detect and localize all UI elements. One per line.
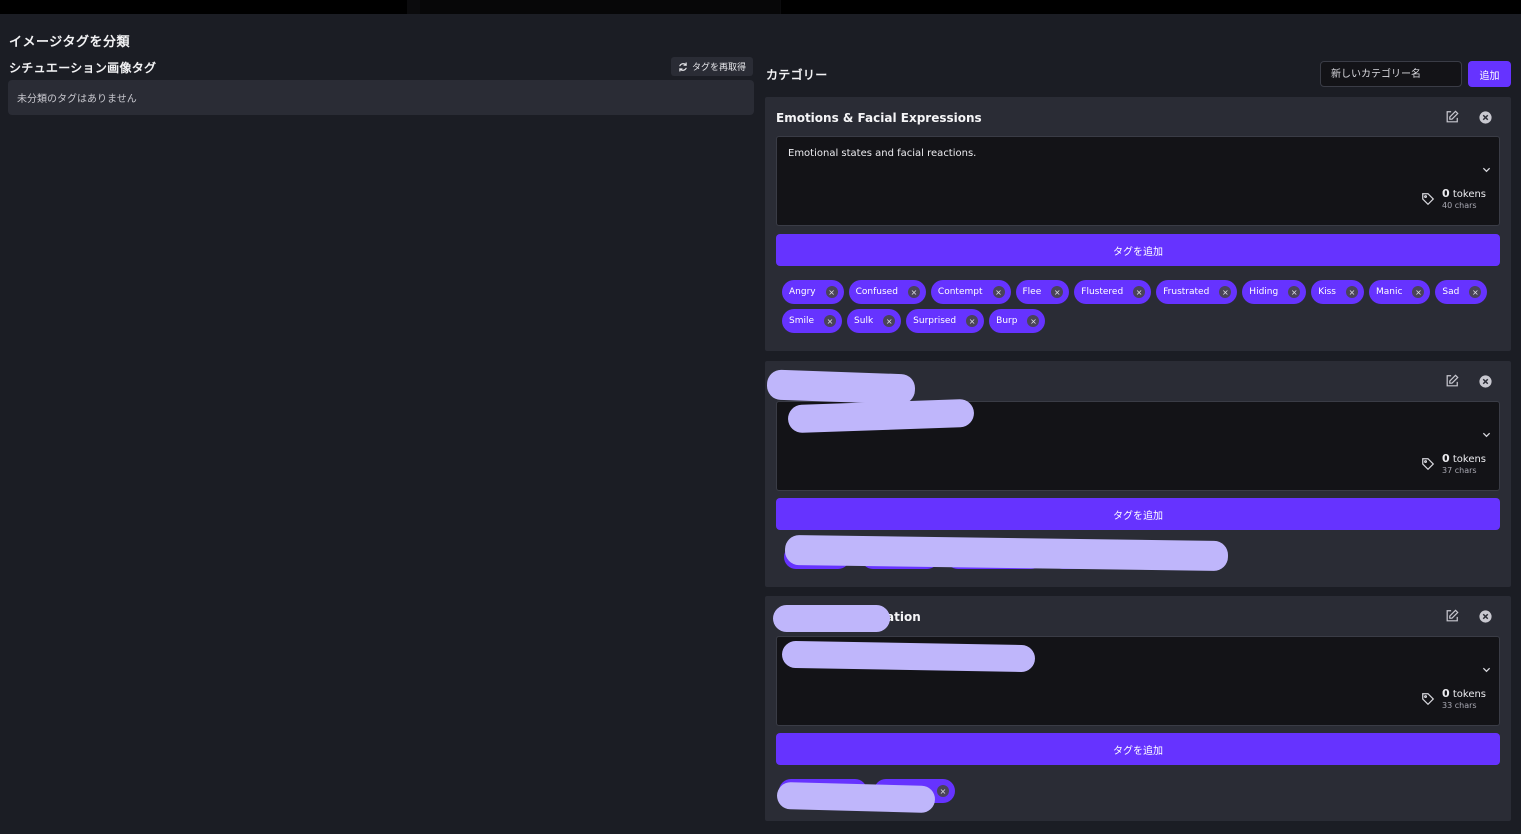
top-strip <box>0 0 1521 14</box>
add-tag-button[interactable]: タグを追加 <box>776 733 1500 765</box>
remove-tag-icon[interactable]: × <box>966 315 979 327</box>
tag-label: Burp <box>996 316 1018 326</box>
add-tag-button[interactable]: タグを追加 <box>776 234 1500 266</box>
tag-label: Hiding <box>1249 287 1279 297</box>
remove-tag-icon[interactable]: × <box>1051 286 1064 298</box>
edit-icon[interactable] <box>1445 374 1459 388</box>
tag-label: Confused <box>855 287 898 297</box>
remove-tag-icon[interactable]: × <box>1133 286 1146 298</box>
tag-list: Angry × Confused × Contempt × Flee × Flustered × F… <box>782 280 1497 333</box>
redaction-mark <box>776 781 936 814</box>
redaction-mark <box>784 534 1229 572</box>
categories-title: カテゴリー <box>766 68 828 82</box>
chevron-down-icon[interactable] <box>1482 430 1491 439</box>
tag-chip: Manic × <box>1368 280 1431 304</box>
edit-icon[interactable] <box>1445 110 1459 124</box>
char-count: 37 chars <box>1442 466 1477 475</box>
remove-tag-icon[interactable]: × <box>1288 286 1301 298</box>
token-count: 0 tokens <box>1442 687 1487 700</box>
close-circle-icon[interactable] <box>1479 610 1492 623</box>
tag-chip: Flustered × <box>1074 280 1152 304</box>
tag-icon <box>1422 193 1435 206</box>
tag-label: Flee <box>1022 287 1042 297</box>
tag-label: Manic <box>1375 287 1403 297</box>
refetch-tags-label: タグを再取得 <box>691 63 746 73</box>
remove-tag-icon[interactable]: × <box>1219 286 1232 298</box>
tag-label: Surprised <box>913 316 957 326</box>
tag-chip: Contempt × <box>930 280 1011 304</box>
chevron-down-icon[interactable] <box>1482 165 1491 174</box>
tag-chip: Sulk × <box>847 309 902 333</box>
tag-chip: Surprised × <box>906 309 985 333</box>
close-circle-icon[interactable] <box>1479 111 1492 124</box>
char-count: 33 chars <box>1442 701 1477 710</box>
remove-tag-icon[interactable]: × <box>937 785 949 797</box>
tag-label: Flustered <box>1081 287 1124 297</box>
remove-tag-icon[interactable]: × <box>824 315 837 327</box>
char-count: 40 chars <box>1442 201 1477 210</box>
redaction-mark <box>781 640 1036 673</box>
redaction-mark <box>766 369 916 405</box>
uncategorized-tags-box: 未分類のタグはありません <box>8 80 754 115</box>
refetch-tags-button[interactable]: タグを再取得 <box>671 57 753 76</box>
tag-label: Sulk <box>854 316 874 326</box>
token-count: 0 tokens <box>1442 452 1487 465</box>
chevron-down-icon[interactable] <box>1482 665 1491 674</box>
tag-chip: Smile × <box>782 309 843 333</box>
remove-tag-icon[interactable]: × <box>1469 286 1482 298</box>
token-count: 0 tokens <box>1442 187 1487 200</box>
tag-chip: Angry × <box>782 280 844 304</box>
tag-chip: Sad × <box>1435 280 1488 304</box>
category-card: Emotions & Facial Expressions Emotional … <box>765 97 1511 351</box>
tag-label: Frustrated <box>1163 287 1210 297</box>
description-text: Emotional states and facial reactions. <box>788 148 977 159</box>
tag-label: Sad <box>1442 287 1460 297</box>
tag-label: Angry <box>789 287 816 297</box>
tag-label: Contempt <box>937 287 983 297</box>
page-title: イメージタグを分類 <box>9 35 130 50</box>
tag-chip: Burp × <box>989 309 1046 333</box>
description-field[interactable]: Emotional states and facial reactions. 0… <box>776 136 1500 226</box>
add-category-button[interactable]: 追加 <box>1468 61 1511 87</box>
tag-chip: Confused × <box>848 280 926 304</box>
tag-icon <box>1422 458 1435 471</box>
tag-label: Kiss <box>1318 287 1336 297</box>
tag-chip: Frustrated × <box>1156 280 1238 304</box>
tag-chip: Kiss × <box>1311 280 1364 304</box>
remove-tag-icon[interactable]: × <box>1345 286 1358 298</box>
situation-tags-title: シチュエーション画像タグ <box>9 61 157 75</box>
add-tag-button[interactable]: タグを追加 <box>776 498 1500 530</box>
remove-tag-icon[interactable]: × <box>1412 286 1425 298</box>
category-name: Emotions & Facial Expressions <box>776 111 982 125</box>
remove-tag-icon[interactable]: × <box>907 286 920 298</box>
edit-icon[interactable] <box>1445 609 1459 623</box>
tag-icon <box>1422 693 1435 706</box>
refresh-icon <box>679 61 687 72</box>
redaction-mark <box>773 605 890 632</box>
tag-chip: Hiding × <box>1242 280 1307 304</box>
new-category-input[interactable] <box>1320 61 1462 87</box>
close-circle-icon[interactable] <box>1479 375 1492 388</box>
tag-chip: Flee × <box>1015 280 1070 304</box>
tag-label: Smile <box>789 316 815 326</box>
remove-tag-icon[interactable]: × <box>883 315 896 327</box>
remove-tag-icon[interactable]: × <box>1027 315 1040 327</box>
remove-tag-icon[interactable]: × <box>825 286 838 298</box>
empty-message: 未分類のタグはありません <box>17 94 137 105</box>
remove-tag-icon[interactable]: × <box>992 286 1005 298</box>
